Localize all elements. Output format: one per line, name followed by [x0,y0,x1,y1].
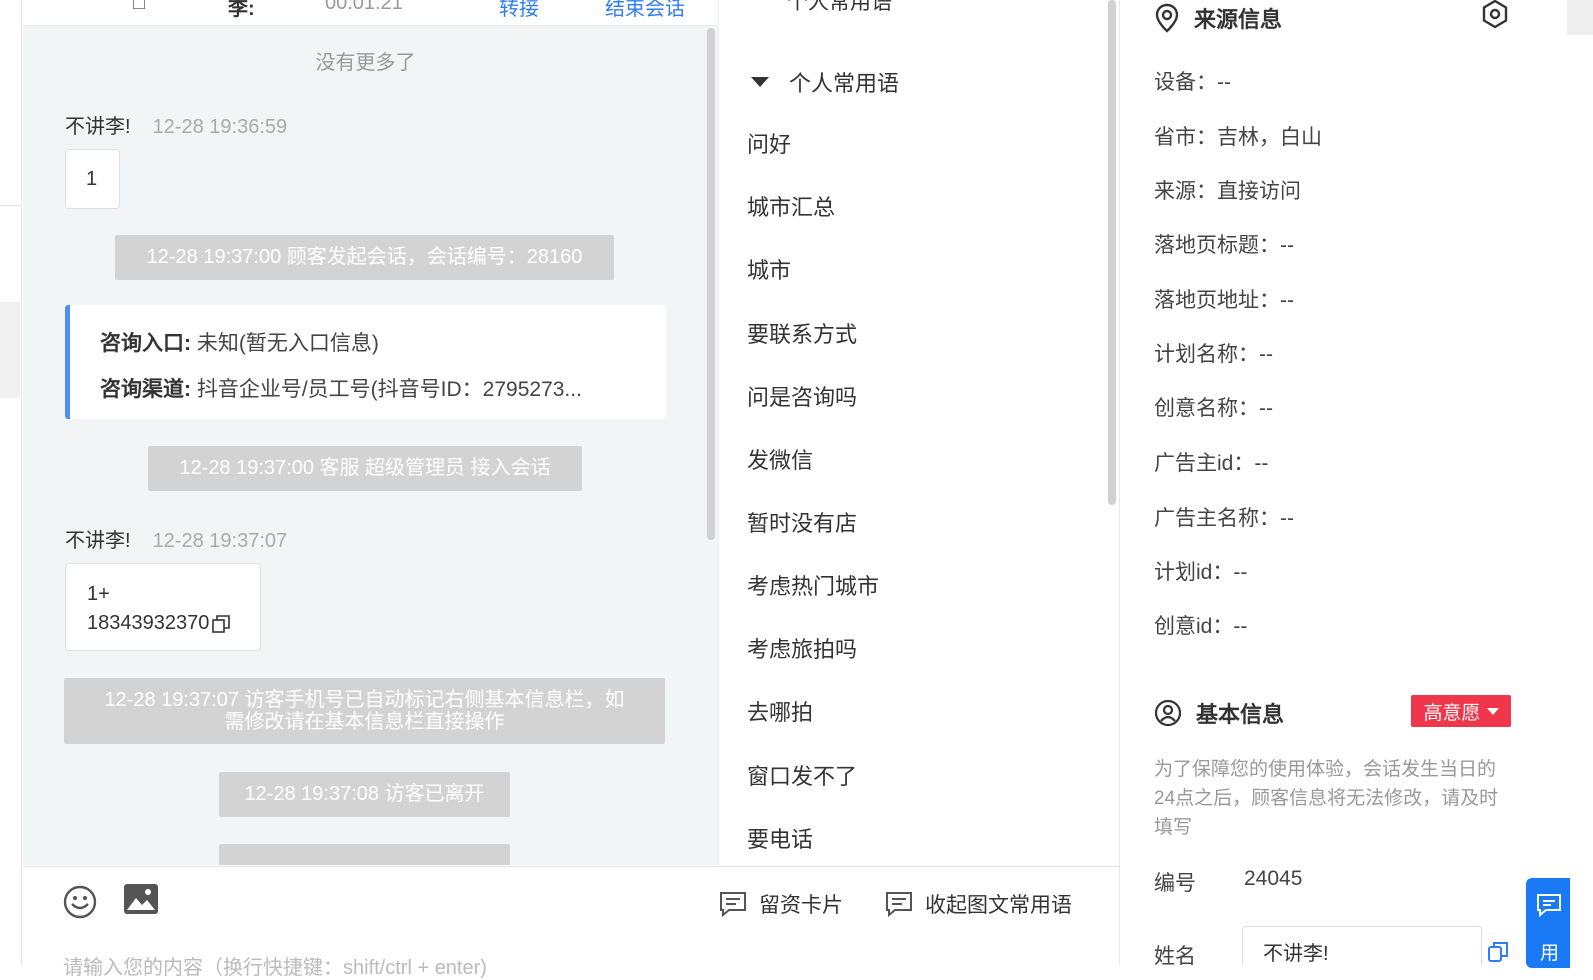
message-input[interactable]: 请输入您的内容（换行快捷键：shift/ctrl + enter) [63,951,487,980]
phrase-group-title: 个人常用语 [789,71,900,96]
user-circle-icon [1154,699,1182,727]
intent-level-label: 高意愿 [1423,702,1481,724]
phrase-item[interactable]: 问是咨询吗 [747,380,857,412]
end-session-button[interactable]: 结束会话 [605,0,685,21]
edit-notice: 为了保障您的使用体验，会话发生当日的24点之后，顾客信息将无法修改，请及时填写 [1154,759,1499,838]
no-more-hint: 没有更多了 [315,52,416,74]
image-icon[interactable] [123,883,159,915]
phrase-item[interactable]: 问好 [747,127,791,159]
chat-message-list[interactable]: 没有更多了 不讲李! 12-28 19:36:59 1 12-28 19:37:0… [23,26,718,865]
source-field-region: 省市：吉林，白山 [1154,126,1322,149]
phone-number: 18343932370 [87,612,210,634]
source-field-plan-name: 计划名称：-- [1154,343,1273,366]
source-field-creative-name: 创意名称：-- [1154,397,1273,420]
phrase-item[interactable]: 考虑旅拍吗 [747,632,857,664]
system-message-line: 12-28 19:37:07 访客手机号已自动标记右侧基本信息栏，如 [104,689,625,711]
source-field-landing-url: 落地页地址：-- [1154,289,1294,312]
basic-info-title: 基本信息 [1154,697,1284,729]
basic-info-label: 基本信息 [1196,702,1285,727]
source-field-plan-id: 计划id：-- [1154,561,1248,584]
consult-channel-row: 咨询渠道: 抖音企业号/员工号(抖音号ID：2795273... [100,373,582,403]
chat-header: □ 李: 00:01:21 转接 结束会话 [23,0,718,26]
id-label: 编号 [1154,872,1196,895]
left-strip [0,0,22,965]
phrase-item[interactable]: 暂时没有店 [747,506,857,538]
message-line: 1+ [87,583,110,605]
caret-down-icon [751,77,769,87]
lead-card-label: 留资卡片 [759,894,843,917]
phrase-item[interactable]: 窗口发不了 [747,759,857,791]
id-value: 24045 [1244,867,1303,890]
transfer-button[interactable]: 转接 [499,0,539,21]
source-field-advertiser-name: 广告主名称：-- [1154,507,1294,530]
source-info-label: 来源信息 [1194,7,1283,32]
message-sender: 不讲李! 12-28 19:37:07 [65,524,287,553]
sender-name: 不讲李! [65,530,131,552]
settings-icon[interactable] [1480,0,1510,29]
system-message [219,844,510,865]
consult-entry-row: 咨询入口: 未知(暂无入口信息) [100,327,379,357]
help-label: 用 [1540,943,1560,964]
system-message: 12-28 19:37:00 客服 超级管理员 接入会话 [148,446,582,491]
consult-info-card: 咨询入口: 未知(暂无入口信息) 咨询渠道: 抖音企业号/员工号(抖音号ID：2… [65,305,666,419]
phrase-item[interactable]: 发微信 [747,443,813,475]
phrase-item[interactable]: 城市 [747,253,791,285]
phrase-item[interactable]: 要电话 [747,822,813,854]
source-field-device: 设备：-- [1154,71,1231,94]
lead-card-button[interactable]: 留资卡片 [719,889,843,919]
phone-line: 18343932370 [87,609,260,638]
system-message: 12-28 19:37:08 访客已离开 [219,772,510,817]
message-icon [886,892,912,917]
caret-down-icon [1486,707,1499,715]
common-phrases-panel: 个人常用语 个人常用语 问好 城市汇总 城市 要联系方式 问是咨询吗 发微信 暂… [718,0,1118,866]
phrase-item[interactable]: 要联系方式 [747,317,857,349]
visitor-info-panel: 来源信息 设备：-- 省市：吉林，白山 来源：直接访问 落地页标题：-- 落地页… [1119,0,1593,965]
message-icon [720,892,746,917]
phrase-item[interactable]: 去哪拍 [747,695,813,727]
customer-service-float-button[interactable]: 用 [1526,878,1570,968]
emoji-icon[interactable] [63,885,97,919]
copy-icon[interactable] [211,614,231,634]
visitor-icon: □ [133,0,146,14]
consult-entry-label: 咨询入口: [100,332,191,355]
panel-scrollbar[interactable] [1567,0,1593,35]
name-label: 姓名 [1154,945,1196,965]
intent-level-dropdown[interactable]: 高意愿 [1411,695,1511,727]
location-pin-icon [1155,3,1179,33]
phrase-item[interactable]: 考虑热门城市 [747,569,879,601]
sender-name: 不讲李! [65,116,131,138]
consult-entry-value: 未知(暂无入口信息) [196,332,379,355]
message-time: 12-28 19:36:59 [152,116,288,138]
source-field-advertiser-id: 广告主id：-- [1154,452,1269,475]
source-field-creative-id: 创意id：-- [1154,615,1248,638]
message-bubble: 1 [65,149,120,209]
message-composer: 留资卡片 收起图文常用语 请输入您的内容（换行快捷键：shift/ctrl + … [23,866,1119,979]
collapse-phrases-button[interactable]: 收起图文常用语 [885,889,1072,919]
source-info-title: 来源信息 [1154,2,1282,34]
system-message-line: 需修改请在基本信息栏直接操作 [224,711,505,733]
source-field-source: 来源：直接访问 [1154,180,1301,203]
source-field-landing-title: 落地页标题：-- [1154,234,1294,257]
phrases-scrollbar[interactable] [1108,0,1116,505]
phrase-item[interactable]: 城市汇总 [747,190,835,222]
copy-icon[interactable] [1486,940,1510,964]
system-message: 12-28 19:37:00 顾客发起会话，会话编号：28160 [115,235,614,280]
consult-channel-label: 咨询渠道: [100,378,191,401]
collapse-phrases-label: 收起图文常用语 [925,894,1072,917]
divider [0,205,22,206]
message-time: 12-28 19:37:07 [152,530,288,552]
session-timer: 00:01:21 [325,0,403,14]
name-field[interactable]: 不讲李! [1242,926,1482,965]
system-message: 12-28 19:37:07 访客手机号已自动标记右侧基本信息栏，如 需修改请在… [64,678,665,744]
chat-bubble-icon [1537,894,1561,918]
chat-scrollbar[interactable] [707,28,715,540]
side-tab[interactable] [0,302,20,398]
message-bubble: 1+ 18343932370 [65,563,261,651]
message-sender: 不讲李! 12-28 19:36:59 [65,110,287,139]
phrase-group-title[interactable]: 个人常用语 [787,0,892,16]
phrase-group-toggle[interactable]: 个人常用语 [751,66,899,98]
visitor-name: 李: [228,0,255,20]
consult-channel-value: 抖音企业号/员工号(抖音号ID：2795273... [196,378,582,401]
